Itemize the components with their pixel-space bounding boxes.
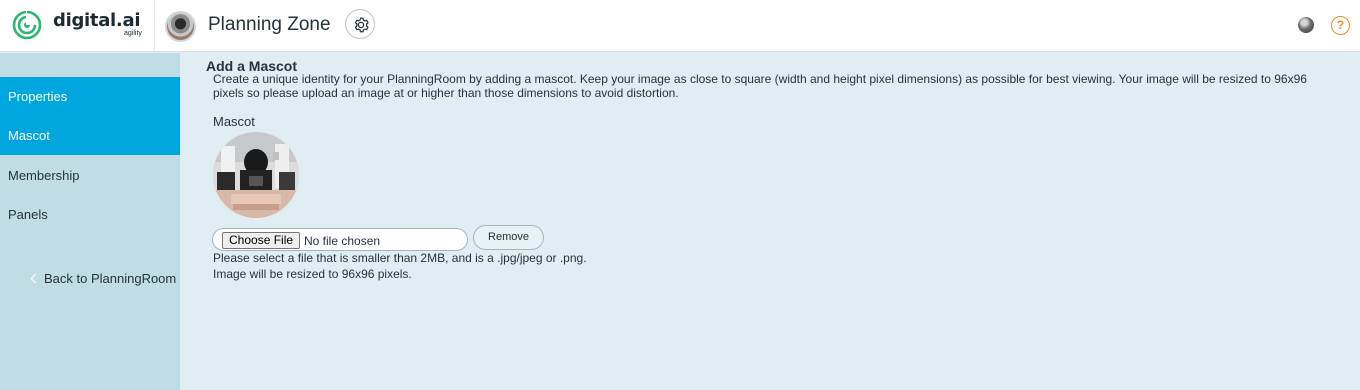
- sidebar-item-label: Mascot: [8, 128, 50, 143]
- question-icon: ?: [1336, 18, 1345, 32]
- sidebar: Properties Mascot Membership Panels Back…: [0, 53, 180, 390]
- logo-icon: [12, 10, 42, 40]
- user-avatar[interactable]: [1298, 17, 1314, 33]
- remove-button[interactable]: Remove: [473, 225, 544, 250]
- digital-ai-logo[interactable]: digital.ai agility: [12, 10, 152, 40]
- chevron-left-icon: [30, 273, 41, 284]
- resize-hint: Image will be resized to 96x96 pixels.: [213, 267, 412, 281]
- logo-text: digital.ai: [53, 10, 141, 31]
- gear-icon: [354, 17, 369, 33]
- sidebar-item-label: Membership: [8, 168, 80, 183]
- help-button[interactable]: ?: [1331, 16, 1350, 35]
- sidebar-item-label: Panels: [8, 207, 48, 222]
- room-avatar: [165, 11, 196, 42]
- sidebar-item-membership[interactable]: Membership: [0, 156, 180, 195]
- file-size-hint: Please select a file that is smaller tha…: [213, 251, 587, 265]
- mascot-field-label: Mascot: [213, 114, 255, 129]
- settings-button[interactable]: [345, 9, 375, 39]
- sidebar-item-panels[interactable]: Panels: [0, 195, 180, 234]
- back-to-planningroom-link[interactable]: Back to PlanningRoom: [30, 271, 177, 286]
- section-description: Create a unique identity for your Planni…: [213, 72, 1307, 100]
- mascot-picture: [213, 132, 299, 218]
- sidebar-item-mascot[interactable]: Mascot: [0, 116, 180, 155]
- choose-file-button[interactable]: Choose File: [222, 232, 301, 249]
- logo-subtext: agility: [124, 30, 142, 37]
- sidebar-item-properties[interactable]: Properties: [0, 77, 180, 116]
- main-content: Add a Mascot Create a unique identity fo…: [180, 53, 1360, 390]
- sidebar-item-label: Properties: [8, 89, 68, 104]
- back-link-label: Back to PlanningRoom: [44, 271, 177, 286]
- header-divider: [154, 0, 155, 52]
- page-title: Planning Zone: [208, 14, 331, 35]
- file-status-text: No file chosen: [304, 234, 381, 248]
- top-bar: digital.ai agility Planning Zone ?: [0, 0, 1360, 52]
- mascot-file-input[interactable]: Choose File No file chosen: [212, 228, 468, 251]
- mascot-image: [213, 132, 299, 218]
